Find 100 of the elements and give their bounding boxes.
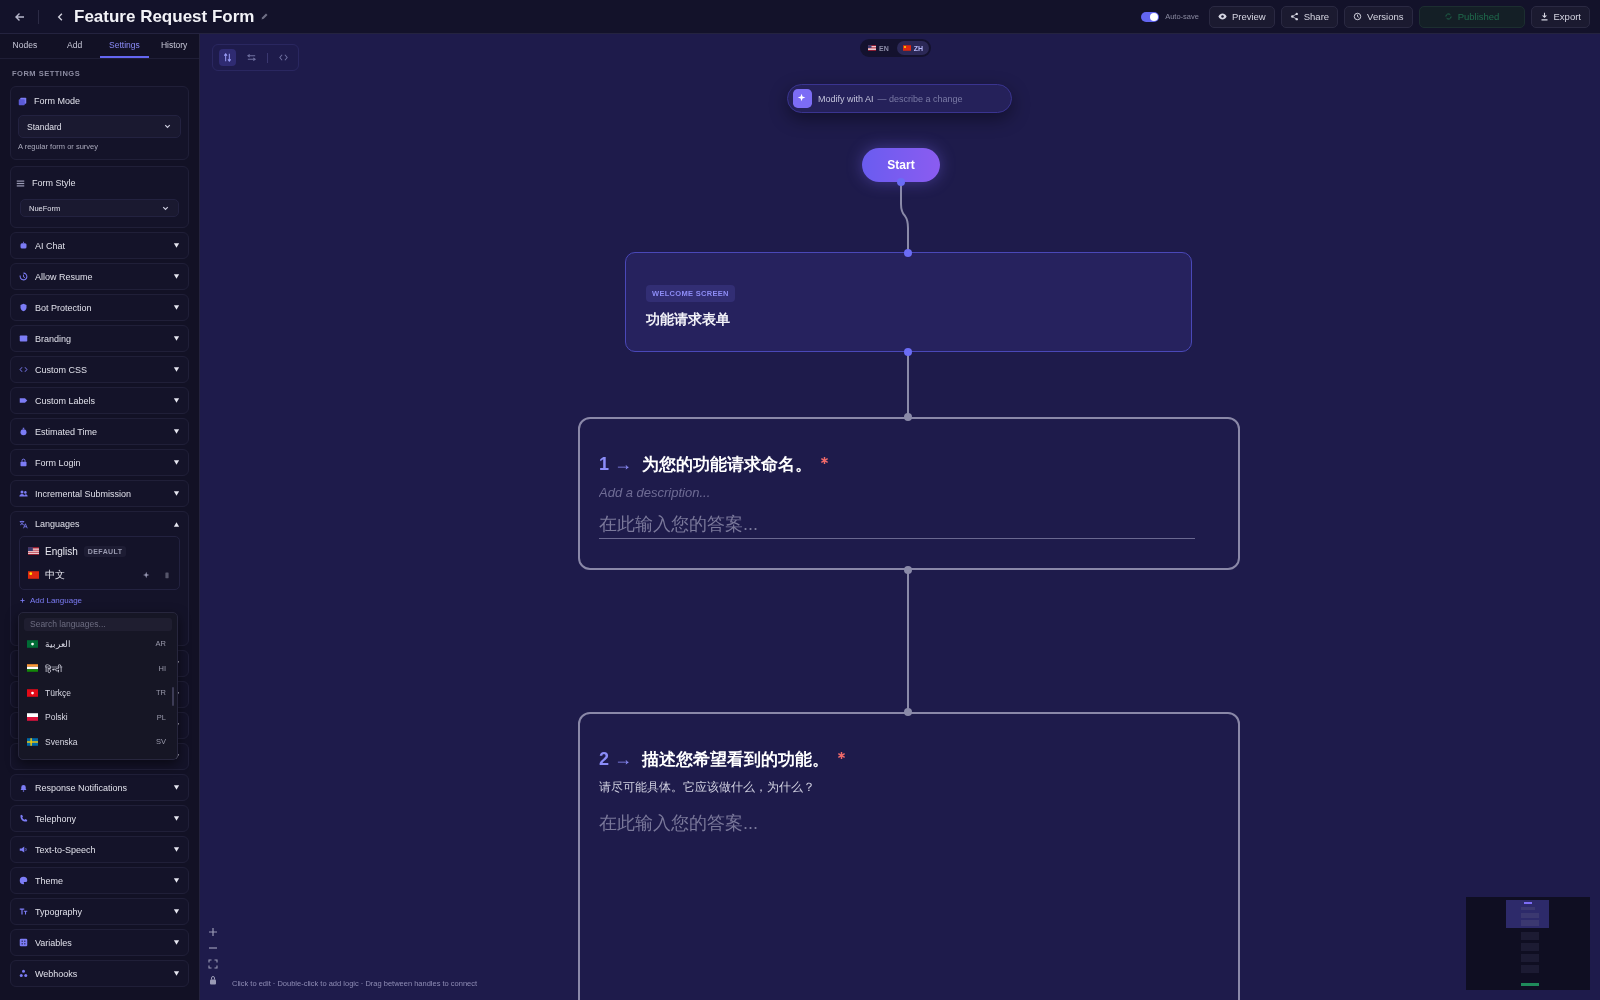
connection-handle[interactable]	[897, 178, 905, 186]
caret-icon	[173, 877, 180, 884]
add-language-link[interactable]: Add Language	[19, 590, 83, 605]
settings-section[interactable]: Branding	[10, 325, 189, 352]
settings-section[interactable]: Allow Resume	[10, 263, 189, 290]
chevron-down-icon	[163, 122, 172, 131]
answer-field[interactable]: 在此输入您的答案...	[599, 511, 1195, 539]
flag-icon	[27, 639, 38, 648]
palette-icon	[19, 876, 28, 885]
question-description: 请尽可能具体。它应该做什么，为什么？	[599, 779, 816, 796]
question-number: 1 →	[599, 453, 632, 475]
settings-section[interactable]: Bot Protection	[10, 294, 189, 321]
fit-view-icon[interactable]	[208, 959, 218, 969]
settings-section[interactable]: Incremental Submission	[10, 480, 189, 507]
settings-section[interactable]: Estimated Time	[10, 418, 189, 445]
connection-handle[interactable]	[904, 708, 912, 716]
settings-section[interactable]: Variables	[10, 929, 189, 956]
flag-icon	[27, 688, 38, 697]
lock-icon[interactable]	[208, 975, 218, 985]
question-node[interactable]: 1 → 为您的功能请求命名。 Add a description... 在此输入您的答案...	[578, 417, 1240, 570]
description-field[interactable]: Add a description...	[599, 483, 1195, 501]
caret-icon	[173, 459, 180, 466]
sidebar-tab[interactable]: Nodes	[0, 34, 50, 58]
caret-icon	[173, 242, 180, 249]
settings-section[interactable]: Text-to-Speech	[10, 836, 189, 863]
trash-icon[interactable]	[163, 571, 171, 579]
form-mode-label: Form Mode	[34, 96, 80, 106]
translate-icon	[19, 519, 28, 529]
start-node[interactable]: Start	[862, 148, 940, 182]
question-title: 描述您希望看到的功能。	[642, 748, 829, 771]
speaker-icon	[19, 845, 28, 854]
language-name: 中文	[45, 568, 65, 582]
phone-icon	[19, 814, 28, 823]
caret-icon	[173, 908, 180, 915]
ai-prompt-field[interactable]: Modify with AI — describe a change	[787, 84, 1012, 113]
settings-section[interactable]: Response Notifications	[10, 774, 189, 801]
caret-icon	[173, 366, 180, 373]
share-icon	[1289, 12, 1299, 21]
sparkle-icon[interactable]	[143, 571, 151, 579]
flag-icon	[27, 664, 38, 673]
language-search-field[interactable]: Search languages...	[24, 618, 172, 631]
caret-icon	[173, 304, 180, 311]
flag-icon	[27, 737, 38, 746]
flag-icon	[27, 713, 38, 722]
timer-icon	[19, 427, 28, 436]
versions-button[interactable]: Versions	[1344, 5, 1413, 28]
plus-icon	[19, 597, 26, 604]
question-number: 2 →	[599, 748, 632, 770]
back-arrow-icon[interactable]	[14, 10, 26, 23]
connection-handle[interactable]	[904, 413, 912, 421]
share-button[interactable]: Share	[1280, 5, 1339, 28]
export-button[interactable]: Export	[1530, 5, 1590, 28]
label-icon	[19, 396, 28, 405]
list-icon	[16, 178, 25, 188]
bell-icon	[19, 783, 28, 792]
connection-handle[interactable]	[904, 566, 912, 574]
caret-icon	[173, 397, 180, 404]
sparkle-icon	[793, 89, 812, 108]
settings-section[interactable]: Typography	[10, 898, 189, 925]
settings-section[interactable]: Custom CSS	[10, 356, 189, 383]
language-name: English	[45, 545, 78, 557]
download-icon	[1539, 12, 1549, 21]
preview-button[interactable]: Preview	[1208, 5, 1275, 28]
caret-icon	[173, 939, 180, 946]
settings-section[interactable]: Form Login	[10, 449, 189, 476]
type-icon	[19, 907, 28, 916]
sidebar-tab[interactable]: Add	[49, 34, 100, 58]
settings-section[interactable]: Custom Labels	[10, 387, 189, 414]
bot-icon	[19, 241, 28, 250]
scrollbar[interactable]	[172, 687, 174, 706]
caret-icon	[173, 428, 180, 435]
caret-icon	[173, 335, 180, 342]
vertical-layout-icon[interactable]	[219, 49, 236, 66]
sidebar-tab[interactable]: History	[149, 34, 199, 58]
question-title: 为您的功能请求命名。	[642, 453, 812, 476]
caret-icon	[173, 520, 180, 528]
question-node[interactable]: 2 → 描述您希望看到的功能。 请尽可能具体。它应该做什么，为什么？ 在此输入您的答案...	[578, 712, 1240, 1000]
users-icon	[19, 489, 28, 498]
settings-section[interactable]: Telephony	[10, 805, 189, 832]
settings-section[interactable]: Webhooks	[10, 960, 189, 987]
form-title: Feature Request Form	[74, 6, 255, 27]
autosave-toggle[interactable]	[1141, 11, 1160, 22]
flag-icon	[28, 547, 39, 555]
settings-section[interactable]: Languages	[19, 512, 180, 536]
eye-icon	[1217, 12, 1227, 21]
settings-section[interactable]: Theme	[10, 867, 189, 894]
pencil-icon[interactable]	[260, 12, 270, 21]
settings-section[interactable]: AI Chat	[10, 232, 189, 259]
caret-icon	[173, 273, 180, 280]
sync-icon	[1443, 12, 1453, 21]
connection-handle[interactable]	[904, 249, 912, 257]
form-style-label: Form Style	[32, 178, 76, 188]
history-icon	[1353, 12, 1363, 21]
flag-icon	[902, 45, 911, 51]
caret-icon	[173, 846, 180, 853]
connection-handle[interactable]	[904, 348, 912, 356]
sidebar-tab[interactable]: Settings	[99, 34, 150, 58]
answer-field[interactable]: 在此输入您的答案...	[599, 810, 1195, 837]
zoom-in-icon[interactable]	[208, 927, 218, 937]
form-mode-select[interactable]: Standard	[18, 115, 181, 138]
